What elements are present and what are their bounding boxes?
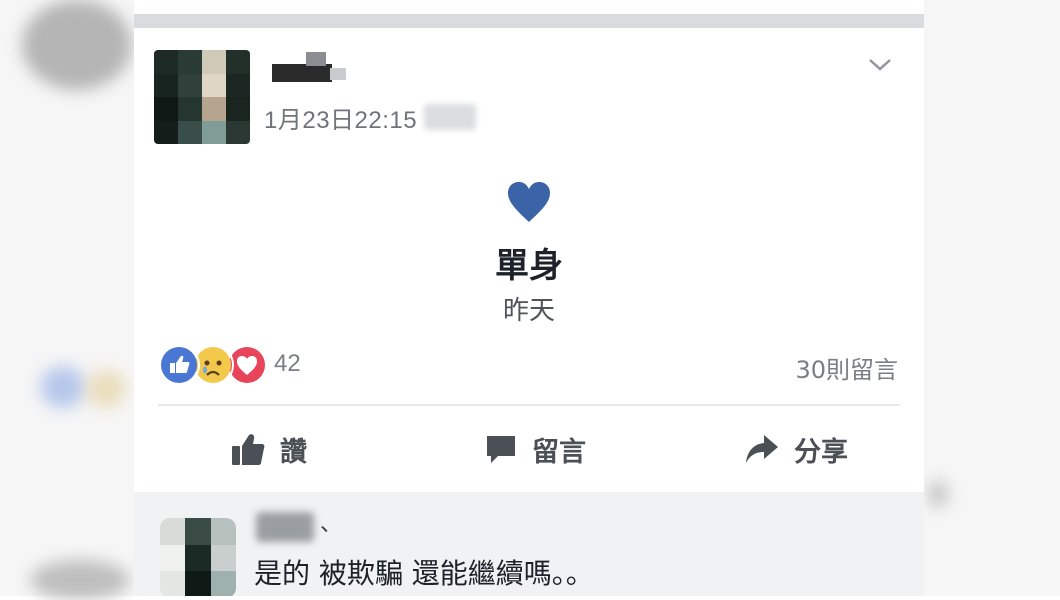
comment-label: 留言: [532, 436, 586, 468]
heart-icon: [508, 182, 550, 222]
facebook-post-card: 1月23日22:15 單身 昨天 42 30則留言 讚 留言 分享 、 是的 被…: [134, 0, 924, 596]
blurred-background-right: [924, 0, 1060, 596]
commenter-name-suffix: 、: [320, 512, 343, 537]
comment-count[interactable]: 30則留言: [795, 350, 898, 385]
thumbs-up-icon: [232, 434, 265, 465]
comment-button[interactable]: 留言: [484, 426, 586, 472]
commenter-avatar-pixelated[interactable]: [160, 518, 236, 596]
life-event-date: 昨天: [502, 296, 555, 326]
share-label: 分享: [794, 436, 848, 468]
post-timestamp[interactable]: 1月23日22:15: [264, 100, 417, 135]
author-name-censored[interactable]: [272, 52, 350, 82]
comment-section: 、 是的 被欺騙 還能繼續嗎。。: [134, 492, 924, 596]
blurred-background-left: [0, 0, 134, 600]
share-arrow-icon: [746, 435, 778, 463]
comment-text: 是的 被欺騙 還能繼續嗎。。: [254, 557, 594, 590]
chevron-down-icon[interactable]: [866, 52, 894, 76]
comment-bubble-icon: [487, 436, 515, 463]
previous-post-divider: [134, 14, 924, 28]
like-button[interactable]: 讚: [230, 426, 307, 472]
action-divider: [158, 404, 900, 406]
like-icon: [158, 344, 200, 386]
commenter-name-censored[interactable]: [256, 512, 314, 542]
privacy-icon-blurred: [424, 104, 476, 130]
like-label: 讚: [280, 436, 307, 468]
share-button[interactable]: 分享: [744, 426, 848, 472]
life-event-title: 單身: [495, 246, 563, 286]
author-avatar-pixelated[interactable]: [154, 50, 250, 144]
reaction-count[interactable]: 42: [274, 350, 301, 378]
